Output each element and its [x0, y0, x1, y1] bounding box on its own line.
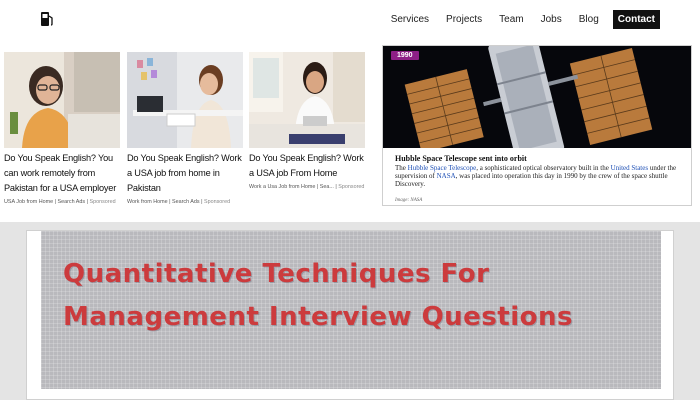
article-panel: Quantitative Techniques For Management I… [26, 230, 674, 400]
ad-source[interactable]: Work from Home | Search Ads | [127, 199, 203, 205]
hubble-description: The Hubble Space Telescope, a sophistica… [395, 164, 683, 189]
ad-title[interactable]: Do You Speak English? Work a USA job Fro… [249, 151, 365, 181]
ad-title[interactable]: Do You Speak English? You can work remot… [4, 151, 120, 196]
sponsored-ads: Do You Speak English? You can work remot… [4, 52, 366, 222]
hubble-title[interactable]: Hubble Space Telescope sent into orbit [395, 154, 527, 163]
ad-sponsored-label: Sponsored [338, 184, 365, 190]
ad-title[interactable]: Do You Speak English? Work a USA job fro… [127, 151, 243, 196]
hubble-link[interactable]: Hubble Space Telescope [408, 164, 477, 172]
on-this-day-card[interactable]: 1990 Hubble Space Telescope sent into or… [382, 45, 692, 206]
nav-services-link[interactable]: Services [391, 14, 429, 25]
nav-projects-link[interactable]: Projects [446, 14, 482, 25]
nav-blog-link[interactable]: Blog [579, 14, 599, 25]
ad-sponsored-label: Sponsored [204, 199, 231, 205]
hubble-telescope-image[interactable]: 1990 [383, 46, 691, 148]
image-credit: Image: NASA [395, 198, 423, 203]
year-badge: 1990 [391, 51, 419, 60]
gas-pump-icon[interactable] [40, 11, 54, 27]
ad-card[interactable]: Do You Speak English? You can work remot… [4, 52, 120, 205]
ad-card[interactable]: Do You Speak English? Work a USA job Fro… [249, 52, 365, 190]
ad-sponsored-label: Sponsored [89, 199, 116, 205]
desc-text: , a sophisticated optical observatory bu… [476, 164, 611, 172]
article-section: Quantitative Techniques For Management I… [0, 222, 700, 400]
ad-source[interactable]: USA Job from Home | Search Ads | [4, 199, 88, 205]
nasa-link[interactable]: NASA [437, 172, 456, 180]
desc-text: The [395, 164, 408, 172]
nav-team-link[interactable]: Team [499, 14, 523, 25]
ad-source[interactable]: Work a Usa Job from Home | Sea... | [249, 184, 337, 190]
ad-image[interactable] [127, 52, 243, 148]
ad-meta: Work from Home | Search Ads | Sponsored [127, 199, 243, 205]
ad-card[interactable]: Do You Speak English? Work a USA job fro… [127, 52, 243, 205]
ad-image[interactable] [4, 52, 120, 148]
ad-meta: USA Job from Home | Search Ads | Sponsor… [4, 199, 120, 205]
ad-image[interactable] [249, 52, 365, 148]
banner-title: Quantitative Techniques For Management I… [63, 259, 573, 332]
contact-button[interactable]: Contact [612, 10, 660, 29]
nav-jobs-link[interactable]: Jobs [541, 14, 562, 25]
united-states-link[interactable]: United States [611, 164, 649, 172]
top-navbar: Services Projects Team Jobs Blog Contact [0, 0, 700, 38]
ad-meta: Work a Usa Job from Home | Sea... | Spon… [249, 184, 365, 190]
article-banner-image: Quantitative Techniques For Management I… [41, 231, 661, 389]
nav-links: Services Projects Team Jobs Blog Contact [374, 10, 660, 29]
